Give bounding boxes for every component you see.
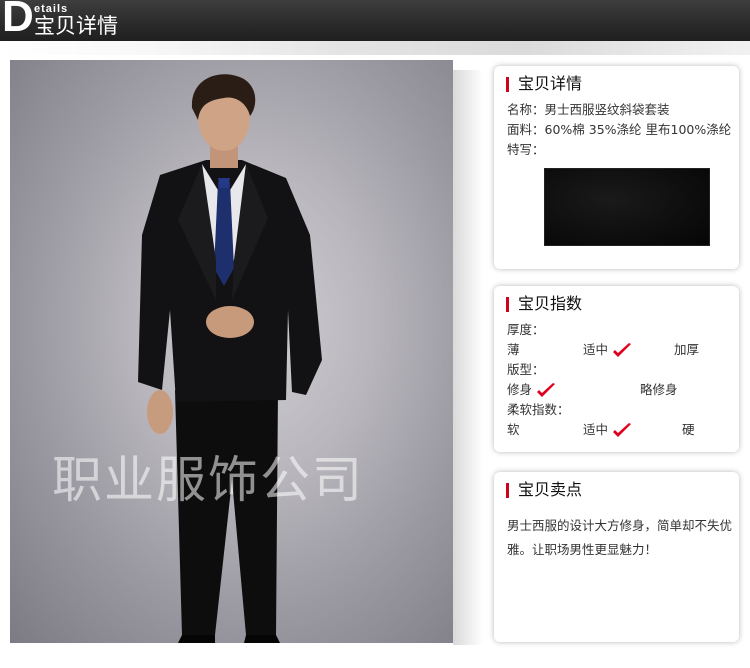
fit-option-semi-slim: 略修身 [640,382,678,397]
model-illustration [138,74,322,643]
softness-label: 柔软指数： [507,402,570,417]
softness-option-medium: 适中 [583,422,632,439]
thickness-label: 厚度： [507,322,545,337]
softness-option-hard: 硬 [682,422,695,437]
details-card: 宝贝详情 名称：男士西服竖纹斜袋套装 面料：60%棉 35%涤纶 里布100%涤… [494,66,739,269]
fabric-composition: 面料：60%棉 35%涤纶 里布100%涤纶 [507,122,732,137]
index-card: 宝贝指数 厚度： 薄 适中 加厚 版型： 修身 略修身 柔软指数： 软 适中 硬 [494,286,739,452]
thickness-option-thick: 加厚 [674,342,700,357]
header-shadow [0,41,750,55]
product-name: 名称：男士西服竖纹斜袋套装 [507,102,670,117]
feature-label: 特写： [507,142,545,157]
checkmark-icon [613,342,632,357]
header-big-letter: D [2,0,34,41]
checkmark-icon [613,422,632,437]
fit-option-slim-label: 修身 [507,382,533,397]
thickness-option-thin: 薄 [507,342,520,357]
fabric-closeup [544,168,710,246]
softness-option-soft: 软 [507,422,520,437]
thickness-option-medium-label: 适中 [583,342,609,357]
header-title: 宝贝详情 [34,14,118,38]
product-photo: 职业服饰公司 [10,60,453,643]
thickness-option-medium: 适中 [583,342,632,359]
index-title: 宝贝指数 [506,294,582,314]
selling-text: 男士西服的设计大方修身，简单却不失优雅。让职场男性更显魅力！ [507,518,733,557]
checkmark-icon [537,382,556,397]
fit-label: 版型： [507,362,545,377]
photo-watermark: 职业服饰公司 [52,451,364,509]
selling-card: 宝贝卖点 男士西服的设计大方修身，简单却不失优雅。让职场男性更显魅力！ [494,472,739,642]
photo-page-curl [453,70,483,645]
header-banner: D etails 宝贝详情 [0,0,750,41]
softness-option-medium-label: 适中 [583,422,609,437]
details-title: 宝贝详情 [506,74,582,94]
selling-title: 宝贝卖点 [506,480,582,500]
fit-option-slim: 修身 [507,382,556,399]
